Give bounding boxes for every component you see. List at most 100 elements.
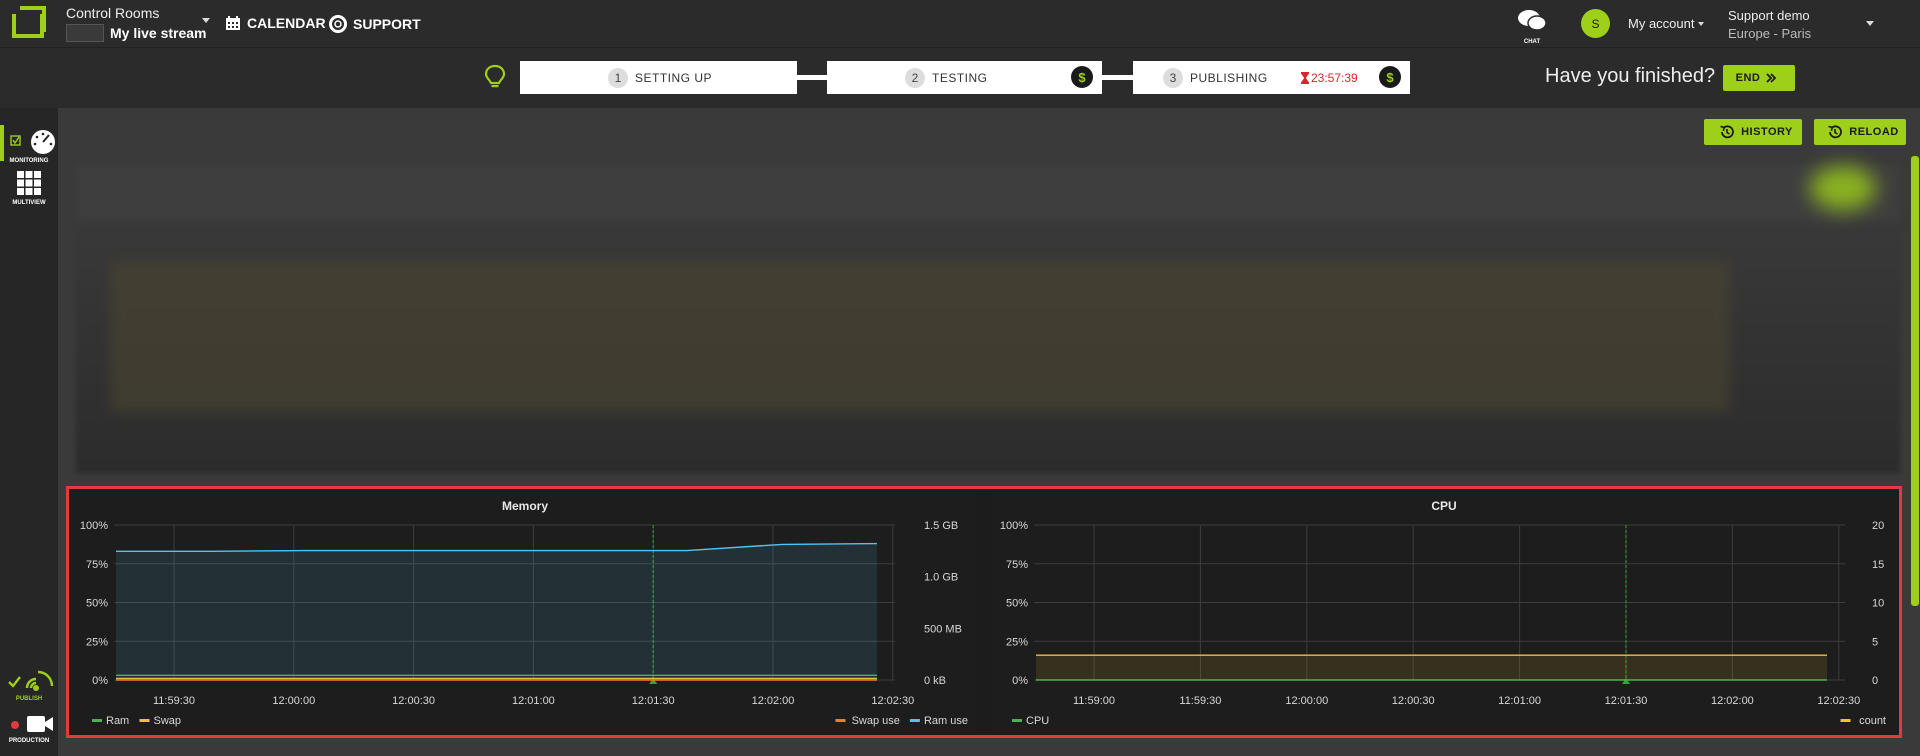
- history-button[interactable]: HISTORY: [1704, 119, 1802, 145]
- sidebar-item-publish[interactable]: PUBLISH: [0, 668, 58, 702]
- video-camera-icon: [11, 716, 53, 732]
- lightbulb-icon[interactable]: [484, 64, 506, 90]
- y-tick-right: 20: [1872, 520, 1884, 532]
- step-number: 3: [1163, 67, 1183, 88]
- blurred-graph-band: [110, 262, 1730, 412]
- grid-icon: [17, 171, 41, 195]
- x-tick: 12:00:00: [1285, 695, 1328, 707]
- x-tick: 11:59:00: [1073, 695, 1115, 707]
- chat-label: CHAT: [1523, 39, 1541, 45]
- cpu-chart: CPU 100% 75% 50% 25% 0% 20 15 10 5 0 11:59:00 11:59:…: [1000, 499, 1886, 727]
- calendar-label: CALENDAR: [247, 15, 326, 31]
- x-tick: 12:02:30: [1817, 695, 1860, 707]
- chat-icon: [1518, 10, 1547, 31]
- organization-selector[interactable]: Support demo Europe - Paris: [1728, 7, 1811, 43]
- broadcast-icon: [8, 670, 54, 691]
- y-tick-left: 50%: [1006, 598, 1028, 610]
- support-link[interactable]: SUPPORT: [329, 15, 421, 33]
- stream-thumbnail: [66, 24, 104, 42]
- legend-label: CPU: [1026, 715, 1049, 727]
- sidebar-label: PUBLISH: [15, 696, 43, 702]
- reload-icon: [1828, 125, 1843, 139]
- timer-value: 23:57:39: [1311, 71, 1358, 85]
- memory-panel: Memory 100% 75% 50% 25% 0% 1.5 GB 1.0 GB 500 MB 0…: [72, 492, 978, 732]
- calendar-link[interactable]: CALENDAR: [225, 15, 326, 31]
- sidebar-label: MULTIVIEW: [12, 200, 46, 206]
- chevron-down-icon[interactable]: [202, 18, 210, 23]
- account-menu[interactable]: My account: [1628, 16, 1705, 31]
- x-tick: 12:02:00: [752, 695, 795, 707]
- history-label: HISTORY: [1741, 126, 1793, 138]
- step-label: PUBLISHING: [1190, 70, 1268, 85]
- step-label: TESTING: [932, 70, 988, 85]
- x-tick: 12:01:30: [632, 695, 675, 707]
- step-number: 1: [608, 67, 628, 88]
- app-logo-icon[interactable]: [10, 6, 48, 42]
- timezone: Europe - Paris: [1728, 26, 1812, 41]
- blurred-graph-header: [76, 165, 1900, 221]
- x-tick: 12:01:30: [1605, 695, 1648, 707]
- avatar[interactable]: S: [1581, 9, 1610, 38]
- y-tick-left: 100%: [1000, 520, 1028, 532]
- legend-swatch: [139, 719, 150, 722]
- dashboard-gauge-icon: [10, 130, 55, 154]
- legend-swatch: [909, 719, 920, 722]
- y-tick-left: 25%: [86, 636, 108, 648]
- step-setting-up[interactable]: 1 SETTING UP: [520, 61, 797, 94]
- x-tick: 12:02:00: [1711, 695, 1754, 707]
- lifebuoy-icon: [329, 15, 347, 33]
- sidebar-item-production[interactable]: PRODUCTION: [0, 712, 58, 744]
- vertical-scrollbar[interactable]: [1911, 156, 1919, 606]
- y-tick-left: 100%: [80, 520, 108, 532]
- finished-prompt: Have you finished?: [1545, 65, 1716, 87]
- legend-swatch: [1012, 719, 1022, 722]
- y-tick-left: 50%: [86, 598, 108, 610]
- sidebar-item-monitoring[interactable]: MONITORING: [0, 126, 58, 164]
- dollar-icon: $: [1379, 66, 1401, 88]
- legend-swatch: [835, 719, 846, 722]
- y-tick-right: 1.0 GB: [924, 572, 958, 584]
- sidebar-item-multiview[interactable]: MULTIVIEW: [0, 170, 58, 206]
- x-tick: 11:59:30: [1179, 695, 1221, 707]
- x-tick: 12:00:00: [272, 695, 315, 707]
- y-tick-left: 75%: [1006, 559, 1028, 571]
- reload-button[interactable]: RELOAD: [1814, 119, 1906, 145]
- support-label: SUPPORT: [353, 16, 421, 32]
- y-tick-right: 10: [1872, 598, 1884, 610]
- sidebar-label: PRODUCTION: [8, 738, 50, 744]
- series-area-ram-use: [116, 543, 877, 680]
- step-publishing[interactable]: 3 PUBLISHING 23:57:39 $: [1133, 61, 1410, 94]
- step-label: SETTING UP: [635, 70, 713, 85]
- y-tick-right: 0 kB: [924, 675, 946, 687]
- cpu-panel: CPU 100% 75% 50% 25% 0% 20 15 10 5 0 11:59:00 11:59:…: [992, 492, 1896, 732]
- step-testing[interactable]: 2 TESTING $: [827, 61, 1102, 94]
- reload-label: RELOAD: [1849, 126, 1899, 138]
- x-tick: 12:01:00: [512, 695, 555, 707]
- chart-title: Memory: [502, 499, 548, 513]
- legend-label: Ram use: [924, 715, 968, 727]
- series-area-count: [1036, 655, 1827, 680]
- y-tick-right: 15: [1872, 559, 1884, 571]
- y-tick-left: 25%: [1006, 636, 1028, 648]
- end-button[interactable]: END: [1723, 65, 1795, 91]
- legend-swatch: [92, 719, 102, 722]
- y-tick-right: 1.5 GB: [924, 520, 958, 532]
- legend-label: Swap use: [852, 715, 900, 727]
- control-rooms-title: Control Rooms: [66, 5, 160, 21]
- end-label: END: [1735, 72, 1761, 84]
- chat-button[interactable]: CHAT: [1515, 8, 1549, 45]
- stream-selector[interactable]: My live stream: [66, 23, 207, 43]
- blurred-indicator: [1810, 166, 1876, 210]
- x-tick: 11:59:30: [153, 695, 195, 707]
- chevron-down-icon: [1698, 21, 1705, 26]
- x-tick: 12:01:00: [1498, 695, 1541, 707]
- chevron-down-icon[interactable]: [1866, 21, 1874, 26]
- legend-swatch: [1840, 719, 1851, 722]
- x-tick: 12:00:30: [1392, 695, 1435, 707]
- calendar-icon: [226, 16, 240, 30]
- step-connector: [1102, 75, 1133, 80]
- stream-name: My live stream: [110, 25, 207, 41]
- y-tick-left: 0%: [1012, 675, 1028, 687]
- y-tick-right: 500 MB: [924, 623, 962, 635]
- account-label: My account: [1628, 16, 1695, 31]
